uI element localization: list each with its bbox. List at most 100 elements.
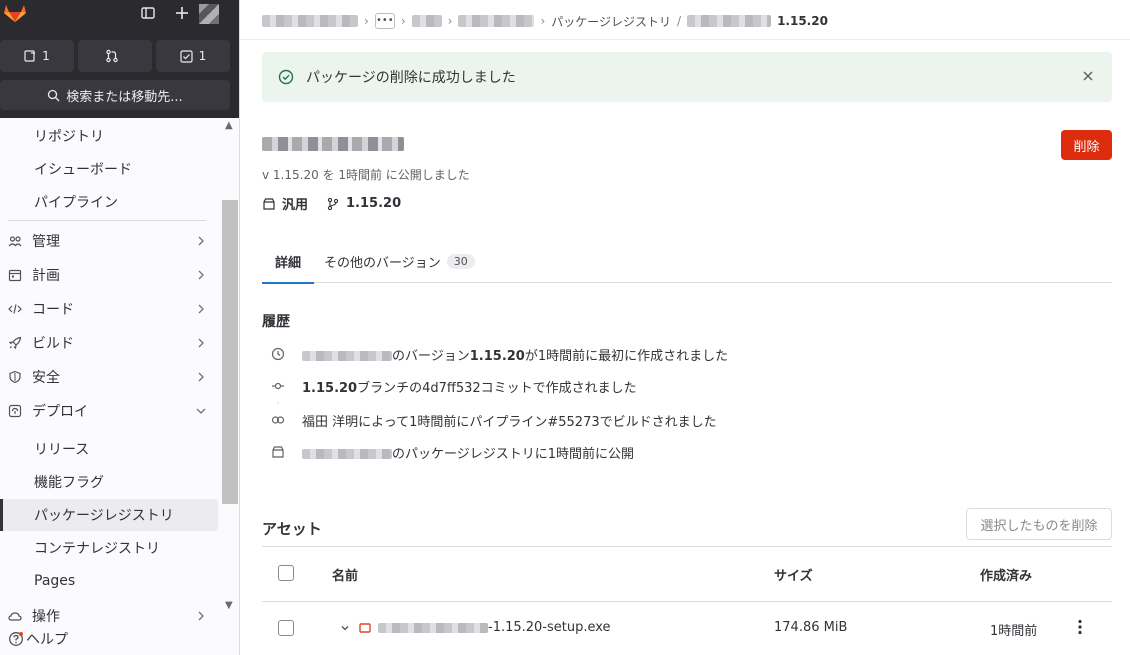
assets-title: アセット [262, 520, 322, 538]
published-info: v 1.15.20 を 1時間前 に公開しました [262, 168, 470, 182]
table-header: 名前 サイズ 作成済み [262, 546, 1112, 602]
sidebar-item-label: 安全 [32, 370, 60, 386]
file-name[interactable]: -1.15.20-setup.exe [488, 620, 611, 635]
sidebar-item-label: 管理 [32, 234, 60, 250]
history-text-part: のパッケージレジストリに1時間前に公開 [392, 446, 635, 462]
table-row: -1.15.20-setup.exe 174.86 MiB 1時間前 [262, 602, 1112, 655]
tab-label: その他のバージョン [324, 256, 441, 271]
redacted-text [378, 622, 488, 633]
users-icon [8, 234, 22, 248]
close-icon[interactable] [1080, 68, 1096, 84]
search-icon [48, 89, 60, 101]
history-text-part: ブランチの4d7ff532コミットで作成されました [357, 380, 637, 396]
sidebar-item-secure[interactable]: 安全 [0, 361, 218, 393]
check-circle-icon [278, 69, 294, 85]
sidebar-item-label: コンテナレジストリ [34, 541, 160, 557]
sidebar-item-label: 機能フラグ [34, 475, 104, 491]
breadcrumb-package-registry[interactable]: パッケージレジストリ [551, 13, 671, 30]
calendar-icon [8, 268, 22, 282]
breadcrumb-separator-icon: › [364, 14, 369, 28]
search-label: 検索または移動先... [66, 89, 183, 105]
branch-icon [327, 197, 339, 210]
breadcrumb-more-button[interactable]: ••• [374, 13, 395, 29]
history-text: のバージョン1.15.20が1時間前に最初に作成されました [302, 345, 728, 364]
sidebar-item-releases[interactable]: リリース [0, 433, 218, 465]
sidebar-item-plan[interactable]: 計画 [0, 259, 218, 291]
history-version: 1.15.20 [302, 380, 358, 396]
create-new-icon[interactable] [175, 6, 189, 24]
active-indicator [0, 499, 3, 531]
chevron-right-icon [198, 236, 204, 246]
history-text: のパッケージレジストリに1時間前に公開 [302, 443, 634, 462]
redacted-text [302, 449, 392, 459]
chevron-right-icon [198, 372, 204, 382]
redacted-text [302, 351, 392, 361]
todos-count: 1 [198, 49, 207, 63]
sidebar-item-operate[interactable]: 操作 [0, 600, 218, 623]
sidebar: 1 1 検索または移動先... リポジトリ イシューボード パイプライン 管理 [0, 0, 240, 655]
search-button[interactable]: 検索または移動先... [0, 80, 230, 110]
breadcrumb-package-redacted[interactable] [687, 15, 772, 27]
tab-other-versions[interactable]: その他のバージョン 30 [324, 240, 475, 283]
sidebar-item-label: 操作 [32, 609, 60, 623]
breadcrumb: › ••• › › › パッケージレジストリ / 1.15.20 [262, 12, 828, 30]
code-icon [8, 302, 22, 316]
gitlab-logo[interactable] [2, 3, 28, 23]
breadcrumb-current-version: 1.15.20 [777, 14, 828, 28]
todos-counter[interactable]: 1 [156, 40, 230, 72]
sidebar-scrollbar[interactable]: ▲ ▼ [222, 118, 238, 623]
scroll-up-arrow-icon[interactable]: ▲ [225, 120, 233, 131]
sidebar-item-label: イシューボード [34, 162, 132, 178]
sidebar-item-label: 計画 [32, 268, 60, 284]
file-size: 174.86 MiB [774, 620, 848, 635]
merge-requests-counter[interactable] [78, 40, 152, 72]
sidebar-item-container-registry[interactable]: コンテナレジストリ [0, 532, 218, 564]
breadcrumb-subgroup-redacted[interactable] [411, 15, 442, 27]
scroll-down-arrow-icon[interactable]: ▼ [225, 600, 233, 611]
shield-icon [8, 370, 22, 384]
top-bar: › ••• › › › パッケージレジストリ / 1.15.20 [240, 0, 1130, 40]
breadcrumb-project-redacted[interactable] [458, 15, 535, 27]
breadcrumb-separator-icon: › [540, 14, 546, 28]
issues-counter[interactable]: 1 [0, 40, 74, 72]
sidebar-item-repository[interactable]: リポジトリ [0, 120, 218, 152]
breadcrumb-group-redacted[interactable] [262, 15, 358, 27]
sidebar-toggle-icon[interactable] [141, 6, 155, 24]
sidebar-item-build[interactable]: ビルド [0, 327, 218, 359]
sidebar-item-package-registry[interactable]: パッケージレジストリ [0, 499, 218, 531]
sidebar-item-deploy[interactable]: デプロイ [0, 395, 218, 427]
breadcrumb-separator-icon: › [400, 14, 406, 28]
sidebar-nav: リポジトリ イシューボード パイプライン 管理 計画 コード ビルド 安全 デプ… [0, 118, 222, 623]
sidebar-item-label: リリース [34, 442, 90, 458]
sidebar-item-issue-boards[interactable]: イシューボード [0, 153, 218, 185]
column-header-size[interactable]: サイズ [774, 565, 813, 584]
delete-package-button[interactable]: 削除 [1061, 130, 1112, 160]
sidebar-item-feature-flags[interactable]: 機能フラグ [0, 466, 218, 498]
file-created: 1時間前 [990, 624, 1038, 639]
more-actions-icon[interactable] [1070, 616, 1090, 638]
versions-count-badge: 30 [446, 254, 475, 269]
column-header-name[interactable]: 名前 [332, 565, 358, 584]
sidebar-header: 1 1 検索または移動先... [0, 0, 239, 118]
tab-details[interactable]: 詳細 [262, 240, 315, 284]
help-button[interactable]: ヘルプ [0, 623, 240, 655]
help-icon [9, 632, 23, 646]
commit-icon [262, 370, 294, 402]
column-header-created[interactable]: 作成済み [980, 565, 1032, 584]
user-avatar[interactable] [199, 4, 219, 24]
file-name-cell: -1.15.20-setup.exe [338, 620, 611, 635]
history-title: 履歴 [262, 314, 290, 330]
sidebar-item-code[interactable]: コード [0, 293, 218, 325]
rocket-icon [8, 336, 22, 350]
row-checkbox[interactable] [278, 620, 294, 636]
history-item: のバージョン1.15.20が1時間前に最初に作成されました [262, 338, 962, 370]
sidebar-item-pages[interactable]: Pages [0, 565, 218, 597]
sidebar-item-pipelines[interactable]: パイプライン [0, 186, 218, 218]
sidebar-item-manage[interactable]: 管理 [0, 225, 218, 257]
sidebar-divider [8, 220, 206, 221]
history-text: 1.15.20ブランチの4d7ff532コミットで作成されました [302, 377, 637, 396]
delete-selected-button[interactable]: 選択したものを削除 [966, 508, 1112, 540]
scrollbar-thumb[interactable] [222, 200, 238, 504]
chevron-down-icon[interactable] [338, 621, 352, 635]
select-all-checkbox[interactable] [278, 565, 294, 581]
